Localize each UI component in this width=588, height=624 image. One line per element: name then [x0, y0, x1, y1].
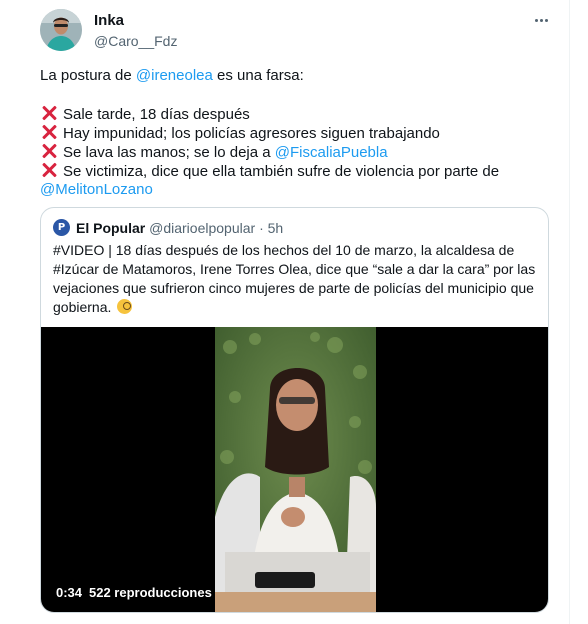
author-handle[interactable]: @Caro__Fdz [94, 33, 177, 49]
quoted-tweet-time[interactable]: 5h [268, 220, 284, 236]
quoted-tweet-header: El Popular @diarioelpopular · 5h [76, 219, 283, 237]
face-with-monocle-icon [117, 299, 133, 314]
video-duration: 0:34 [56, 585, 83, 600]
author-name[interactable]: Inka [94, 12, 124, 29]
quoted-tweet-text: #VIDEO | 18 días después de los hechos d… [53, 242, 536, 315]
tweet-line: La postura de @ireneolea es una farsa: [40, 67, 304, 84]
tweet-text: La postura de @ireneolea es una farsa: S… [40, 66, 550, 199]
tweet-point: Hay impunidad; los policías agresores si… [40, 123, 550, 142]
tweet-point: Se lava las manos; se lo deja a @Fiscali… [40, 142, 550, 161]
tweet-point: Se victimiza, dice que ella también sufr… [40, 161, 550, 180]
video-views: 522 reproducciones [89, 585, 212, 600]
cross-mark-icon [40, 104, 58, 122]
video-thumbnail [215, 327, 376, 612]
quoted-tweet[interactable]: P El Popular @diarioelpopular · 5h #VIDE… [40, 207, 549, 613]
cross-mark-icon [40, 142, 58, 160]
mention-link[interactable]: @ireneolea [136, 67, 213, 84]
tweet-line: @MelitonLozano [40, 180, 550, 199]
quoted-author-handle[interactable]: @diarioelpopular [149, 220, 255, 236]
quoted-author-name[interactable]: El Popular [76, 220, 145, 236]
mention-link[interactable]: @FiscaliaPuebla [275, 144, 388, 161]
more-dots-icon[interactable] [528, 10, 554, 30]
quoted-author-avatar[interactable]: P [53, 219, 70, 236]
tweet-point: Sale tarde, 18 días después [40, 104, 550, 123]
mention-link[interactable]: @MelitonLozano [40, 181, 153, 198]
cross-mark-icon [40, 161, 58, 179]
separator: · [259, 220, 264, 236]
cross-mark-icon [40, 123, 58, 141]
tweet[interactable]: Inka @Caro__Fdz La postura de @ireneolea… [0, 0, 570, 624]
video-player[interactable]: 0:34 522 reproducciones [41, 327, 548, 612]
author-avatar[interactable] [40, 9, 82, 51]
